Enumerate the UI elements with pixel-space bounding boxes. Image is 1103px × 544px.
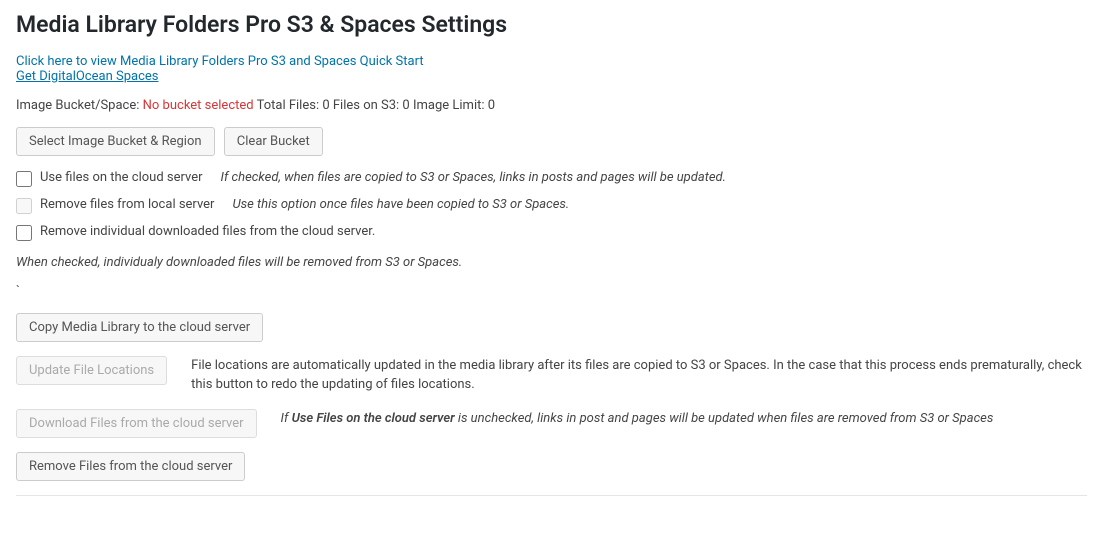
remove-local-checkbox <box>16 198 32 214</box>
select-bucket-button[interactable]: Select Image Bucket & Region <box>16 127 215 156</box>
image-limit-value: 0 <box>488 98 495 113</box>
backtick-text: ` <box>16 284 1087 299</box>
total-files-value: 0 <box>322 98 329 113</box>
page-title: Media Library Folders Pro S3 & Spaces Se… <box>16 10 1087 40</box>
remove-files-button[interactable]: Remove Files from the cloud server <box>16 452 245 481</box>
bucket-buttons-row: Select Image Bucket & Region Clear Bucke… <box>16 127 1087 156</box>
bottom-divider <box>16 495 1087 496</box>
use-cloud-label: Use files on the cloud server <box>40 170 203 185</box>
download-files-row: Download Files from the cloud server If … <box>16 409 1087 438</box>
remove-local-label: Remove files from local server <box>40 197 214 212</box>
use-cloud-row: Use files on the cloud server If checked… <box>16 170 1087 187</box>
download-bold: Use Files on the cloud server <box>292 411 455 426</box>
use-cloud-hint: If checked, when files are copied to S3 … <box>221 170 726 185</box>
remove-files-row: Remove Files from the cloud server <box>16 452 1087 481</box>
clear-bucket-button[interactable]: Clear Bucket <box>224 127 323 156</box>
download-files-desc: If Use Files on the cloud server is unch… <box>281 409 1087 429</box>
no-bucket-text: No bucket selected <box>143 98 254 113</box>
download-suffix: is unchecked, links in post and pages wi… <box>455 411 994 426</box>
remove-individual-label: Remove individual downloaded files from … <box>40 224 375 239</box>
help-links: Click here to view Media Library Folders… <box>16 54 1087 84</box>
digitalocean-link[interactable]: Get DigitalOcean Spaces <box>16 69 158 84</box>
download-prefix: If <box>281 411 292 426</box>
quickstart-link[interactable]: Click here to view Media Library Folders… <box>16 54 424 69</box>
individual-check-note: When checked, individualy downloaded fil… <box>16 255 1087 270</box>
update-locations-row: Update File Locations File locations are… <box>16 356 1087 395</box>
status-line: Image Bucket/Space: No bucket selected T… <box>16 98 1087 113</box>
update-locations-button: Update File Locations <box>16 356 167 385</box>
copy-library-button[interactable]: Copy Media Library to the cloud server <box>16 313 263 342</box>
remove-individual-checkbox[interactable] <box>16 225 32 241</box>
files-on-s3-value: 0 <box>402 98 409 113</box>
remove-local-row: Remove files from local server Use this … <box>16 197 1087 214</box>
bucket-label: Image Bucket/Space: <box>16 98 143 113</box>
use-cloud-checkbox[interactable] <box>16 171 32 187</box>
copy-library-row: Copy Media Library to the cloud server <box>16 313 1087 342</box>
total-files-label: Total Files: <box>254 98 323 113</box>
remove-local-hint: Use this option once files have been cop… <box>232 197 569 212</box>
update-locations-desc: File locations are automatically updated… <box>191 356 1087 395</box>
download-files-button: Download Files from the cloud server <box>16 409 257 438</box>
remove-individual-row: Remove individual downloaded files from … <box>16 224 1087 241</box>
image-limit-label: Image Limit: <box>410 98 488 113</box>
files-on-s3-label: Files on S3: <box>330 98 403 113</box>
